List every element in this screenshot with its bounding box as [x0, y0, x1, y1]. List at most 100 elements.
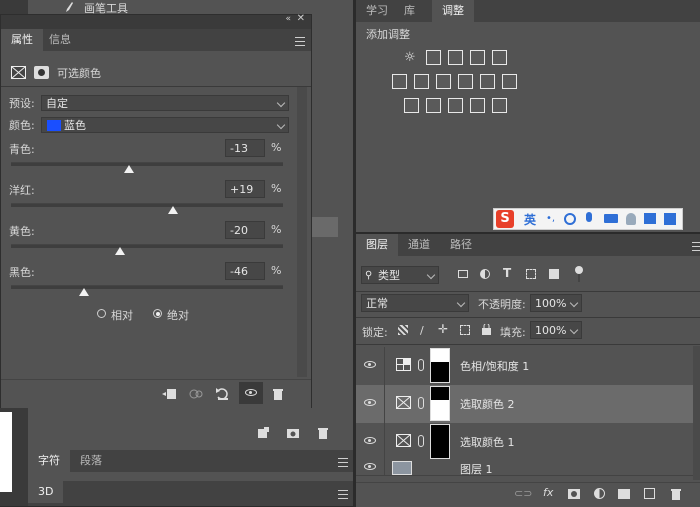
collapse-icon[interactable]: «: [285, 14, 291, 24]
fx-icon[interactable]: fx: [543, 486, 553, 499]
blend-mode-dropdown[interactable]: 正常: [361, 294, 469, 312]
layer-mask-thumbnail[interactable]: [430, 348, 450, 383]
layer-mask-thumbnail[interactable]: [430, 386, 450, 421]
black-white-icon[interactable]: [436, 74, 451, 89]
chain-icon[interactable]: [418, 435, 424, 447]
ime-mic-icon[interactable]: [586, 212, 592, 222]
slider-value-field[interactable]: -20: [225, 221, 265, 239]
panel-menu-icon[interactable]: [338, 490, 348, 499]
new-snapshot-icon[interactable]: [256, 426, 272, 442]
ime-user-icon[interactable]: [626, 213, 636, 225]
layer-mask-thumbnail[interactable]: [430, 424, 450, 459]
preset-dropdown[interactable]: 自定: [41, 95, 289, 111]
camera-icon[interactable]: [286, 426, 302, 442]
filter-smart-icon[interactable]: [549, 269, 559, 279]
opacity-field[interactable]: 100%: [530, 294, 582, 312]
tab-character[interactable]: 字符: [28, 450, 70, 472]
hue-saturation-icon[interactable]: [392, 74, 407, 89]
invert-icon[interactable]: [404, 98, 419, 113]
eye-icon[interactable]: [364, 399, 376, 406]
ime-toolbar[interactable]: S 英 •,: [493, 208, 683, 230]
eye-icon[interactable]: [364, 437, 376, 444]
panel-scrollbar[interactable]: [297, 87, 307, 377]
channel-mixer-icon[interactable]: [480, 74, 495, 89]
slider-track[interactable]: [11, 162, 283, 166]
layer-row[interactable]: 选取颜色 2: [356, 385, 693, 424]
ime-grid-icon[interactable]: [664, 213, 676, 225]
layer-name[interactable]: 选取颜色 2: [460, 396, 515, 412]
fill-field[interactable]: 100%: [530, 321, 582, 339]
new-adjustment-icon[interactable]: [594, 488, 605, 499]
lock-all-icon[interactable]: [482, 323, 491, 335]
slider-track[interactable]: [11, 203, 283, 207]
slider-thumb[interactable]: [167, 206, 178, 214]
gradient-map-icon[interactable]: [492, 98, 507, 113]
lock-transparent-icon[interactable]: [398, 325, 408, 335]
layer-row[interactable]: 选取颜色 1: [356, 423, 693, 462]
ime-logo[interactable]: S: [496, 210, 514, 228]
exposure-icon[interactable]: [470, 50, 485, 65]
layer-row[interactable]: 色相/饱和度 1: [356, 347, 693, 386]
lock-artboard-icon[interactable]: [460, 325, 470, 335]
filter-adjustment-icon[interactable]: [480, 269, 490, 279]
tab-libraries[interactable]: 库: [394, 0, 425, 22]
slider-value-field[interactable]: -13: [225, 139, 265, 157]
panel-menu-icon[interactable]: [692, 242, 700, 251]
layers-scrollbar[interactable]: [693, 346, 700, 480]
color-lookup-icon[interactable]: [502, 74, 517, 89]
slider-value-field[interactable]: +19: [225, 180, 265, 198]
ime-lang[interactable]: 英: [524, 211, 536, 228]
layer-name[interactable]: 色相/饱和度 1: [460, 358, 529, 374]
trash-icon[interactable]: [669, 487, 685, 503]
slider-thumb[interactable]: [79, 288, 90, 296]
ime-skin-icon[interactable]: [644, 213, 656, 224]
lock-move-icon[interactable]: ✛: [438, 322, 448, 336]
panel-menu-icon[interactable]: [295, 37, 305, 46]
brightness-icon[interactable]: ☼: [404, 50, 419, 65]
selective-color-icon[interactable]: [470, 98, 485, 113]
tab-channels[interactable]: 通道: [398, 234, 440, 256]
filter-toggle[interactable]: [575, 266, 583, 274]
tab-learn[interactable]: 学习: [356, 0, 398, 22]
slider-value-field[interactable]: -46: [225, 262, 265, 280]
clip-to-layer-icon[interactable]: [161, 387, 177, 403]
tab-info[interactable]: 信息: [39, 29, 81, 51]
mask-icon[interactable]: [34, 66, 49, 79]
eye-icon[interactable]: [364, 361, 376, 368]
slider-thumb[interactable]: [124, 165, 135, 173]
slider-track[interactable]: [11, 244, 283, 248]
color-balance-icon[interactable]: [414, 74, 429, 89]
slider-thumb[interactable]: [114, 247, 125, 255]
levels-icon[interactable]: [426, 50, 441, 65]
chain-icon[interactable]: [418, 397, 424, 409]
tab-3d[interactable]: 3D: [28, 481, 64, 503]
panel-title-bar[interactable]: « ✕: [1, 13, 311, 29]
photo-filter-icon[interactable]: [458, 74, 473, 89]
toggle-visibility-button[interactable]: [239, 382, 263, 404]
trash-icon[interactable]: [271, 387, 287, 403]
panel-menu-icon[interactable]: [338, 458, 348, 467]
filter-shape-icon[interactable]: [526, 269, 536, 279]
tab-layers[interactable]: 图层: [356, 234, 398, 256]
add-mask-icon[interactable]: [568, 489, 580, 499]
ime-keyboard-icon[interactable]: [604, 214, 618, 223]
radio-relative[interactable]: [97, 309, 106, 318]
layer-name[interactable]: 图层 1: [460, 461, 493, 475]
tab-paths[interactable]: 路径: [440, 234, 482, 256]
radio-relative-label[interactable]: 相对: [111, 307, 133, 323]
trash-icon[interactable]: [316, 426, 332, 442]
radio-absolute[interactable]: [153, 309, 162, 318]
filter-pixel-icon[interactable]: [458, 270, 468, 278]
color-dropdown[interactable]: 蓝色: [41, 117, 289, 133]
reset-icon[interactable]: [215, 387, 231, 403]
chain-icon[interactable]: [418, 359, 424, 371]
filter-type-icon[interactable]: T: [503, 266, 511, 280]
ime-punct-icon[interactable]: •,: [546, 213, 555, 224]
new-layer-icon[interactable]: [644, 488, 655, 499]
threshold-icon[interactable]: [448, 98, 463, 113]
tab-properties[interactable]: 属性: [1, 29, 43, 51]
layer-thumbnail[interactable]: [392, 461, 412, 475]
lock-paint-icon[interactable]: /: [420, 324, 424, 337]
eye-icon[interactable]: [364, 463, 376, 470]
slider-track[interactable]: [11, 285, 283, 289]
